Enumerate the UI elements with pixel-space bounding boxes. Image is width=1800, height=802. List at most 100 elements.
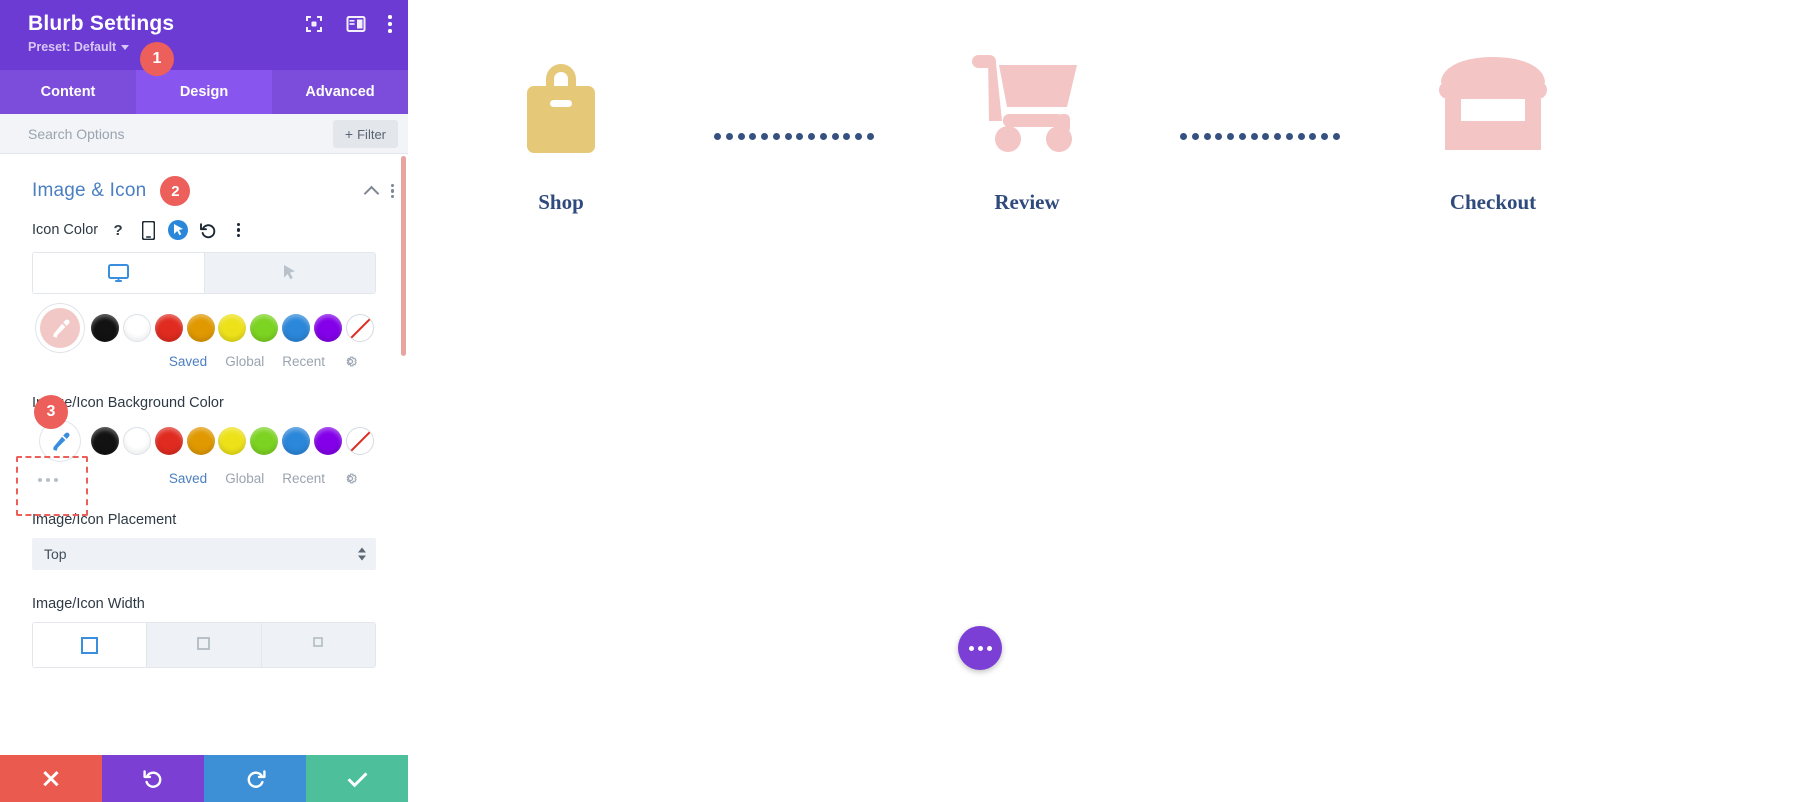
separator-dots-2 — [1180, 133, 1340, 140]
gear-icon[interactable] — [343, 354, 358, 369]
desktop-monitor-icon — [107, 263, 129, 282]
link-global[interactable]: Global — [225, 354, 264, 369]
tab-advanced[interactable]: Advanced — [272, 70, 408, 114]
step-badge-1: 1 — [140, 42, 174, 76]
step-review[interactable]: Review — [874, 45, 1180, 215]
size-medium-icon — [197, 637, 211, 650]
link-recent[interactable]: Recent — [282, 354, 325, 369]
ellipsis-icon[interactable] — [32, 477, 58, 482]
separator-dots-1 — [714, 133, 874, 140]
floating-action-button[interactable] — [958, 626, 1002, 670]
bg-swatch-blue[interactable] — [282, 427, 311, 455]
kebab-menu-icon[interactable] — [388, 15, 392, 33]
undo-arrow-icon — [142, 770, 161, 788]
filter-label: Filter — [357, 126, 386, 142]
chevron-up-icon[interactable] — [363, 185, 380, 202]
save-button[interactable] — [306, 755, 408, 802]
swatch-green[interactable] — [250, 314, 279, 342]
search-input[interactable] — [28, 125, 333, 142]
bg-swatch-none[interactable] — [346, 427, 375, 455]
swatch-orange[interactable] — [186, 314, 215, 342]
step-label-checkout: Checkout — [1449, 190, 1537, 214]
width-tab-medium[interactable] — [147, 623, 262, 667]
preset-selector[interactable]: Preset: Default — [28, 40, 390, 54]
bg-link-global[interactable]: Global — [225, 471, 264, 486]
search-row: +Filter — [0, 114, 408, 154]
icon-color-swatches — [32, 308, 376, 348]
swatch-white[interactable] — [122, 314, 151, 342]
device-tab-desktop[interactable] — [33, 253, 205, 293]
question-mark-icon[interactable]: ? — [108, 220, 128, 240]
undo-button[interactable] — [102, 755, 204, 802]
panel-action-bar — [0, 755, 408, 802]
swatch-blue[interactable] — [282, 314, 311, 342]
bg-swatch-orange[interactable] — [186, 427, 215, 455]
step-shop[interactable]: Shop — [408, 45, 714, 215]
link-saved[interactable]: Saved — [169, 354, 207, 369]
layout-panel-icon[interactable] — [346, 14, 366, 34]
background-color-label: Image/Icon Background Color — [32, 395, 224, 411]
bg-link-saved[interactable]: Saved — [169, 471, 207, 486]
cursor-hover-icon[interactable] — [168, 220, 189, 240]
swatch-yellow[interactable] — [218, 314, 247, 342]
background-color-links: Saved Global Recent — [58, 471, 376, 486]
swatch-none[interactable] — [346, 314, 375, 342]
width-tab-small[interactable] — [261, 623, 375, 667]
check-icon — [347, 771, 367, 787]
width-label: Image/Icon Width — [32, 596, 145, 612]
section-title: Image & Icon — [32, 180, 147, 201]
bg-swatch-yellow[interactable] — [218, 427, 247, 455]
section-kebab-menu-icon[interactable] — [390, 183, 394, 199]
icon-color-kebab-menu-icon[interactable] — [228, 220, 248, 240]
mobile-device-icon[interactable] — [138, 220, 158, 240]
eyedropper-icon — [53, 319, 70, 338]
tab-design[interactable]: Design — [136, 70, 272, 114]
background-color-swatches — [32, 421, 376, 461]
shopping-cart-icon — [972, 54, 1077, 152]
panel-header: Blurb Settings Preset: Default 1 — [0, 0, 408, 76]
plus-icon: + — [344, 125, 354, 142]
cancel-button[interactable] — [0, 755, 102, 802]
swatch-purple[interactable] — [314, 314, 343, 342]
device-tab-hover[interactable] — [204, 253, 375, 293]
icon-color-label: Icon Color — [32, 222, 99, 238]
step-checkout[interactable]: Checkout — [1340, 45, 1646, 215]
reset-undo-icon[interactable] — [198, 220, 218, 240]
width-tab-large[interactable] — [33, 623, 148, 667]
steps-row: Shop Review Checkout — [408, 0, 1800, 215]
bg-gear-icon[interactable] — [343, 471, 358, 486]
checkout-icon-wrap — [1435, 45, 1551, 160]
fullscreen-icon[interactable] — [304, 14, 324, 34]
redo-arrow-icon — [247, 770, 266, 788]
step-label-review: Review — [994, 190, 1060, 214]
size-small-icon — [313, 637, 324, 647]
blurb-settings-panel: Blurb Settings Preset: Default 1 Content… — [0, 0, 408, 802]
icon-color-device-tabs — [32, 252, 376, 294]
bg-swatch-green[interactable] — [250, 427, 279, 455]
panel-body: Image & Icon 2 Icon Color ? Saved Global… — [0, 154, 408, 802]
placement-label: Image/Icon Placement — [32, 512, 177, 528]
step-badge-3: 3 — [34, 395, 68, 429]
shop-icon-wrap — [523, 45, 599, 160]
bg-swatch-black[interactable] — [90, 427, 119, 455]
icon-color-eyedropper-button[interactable] — [40, 308, 81, 348]
swatch-black[interactable] — [90, 314, 119, 342]
redo-button[interactable] — [204, 755, 306, 802]
icon-color-field: Icon Color ? Saved Global Recent Image/I… — [0, 220, 408, 668]
size-large-icon — [81, 637, 99, 654]
placement-select[interactable]: Top — [32, 538, 376, 570]
tab-content[interactable]: Content — [0, 70, 136, 114]
panel-scrollbar[interactable] — [401, 156, 406, 356]
step-badge-2: 2 — [160, 176, 191, 206]
close-x-icon — [42, 771, 59, 787]
icon-color-links: Saved Global Recent — [32, 354, 376, 369]
section-image-and-icon[interactable]: Image & Icon 2 — [0, 154, 408, 220]
bg-swatch-purple[interactable] — [314, 427, 343, 455]
bg-swatch-red[interactable] — [154, 427, 183, 455]
step-label-shop: Shop — [538, 190, 584, 214]
bg-link-recent[interactable]: Recent — [282, 471, 325, 486]
filter-button[interactable]: + Filter — [332, 119, 398, 148]
bg-swatch-white[interactable] — [122, 427, 151, 455]
panel-tabs: Content Design Advanced — [0, 70, 408, 114]
swatch-red[interactable] — [154, 314, 183, 342]
